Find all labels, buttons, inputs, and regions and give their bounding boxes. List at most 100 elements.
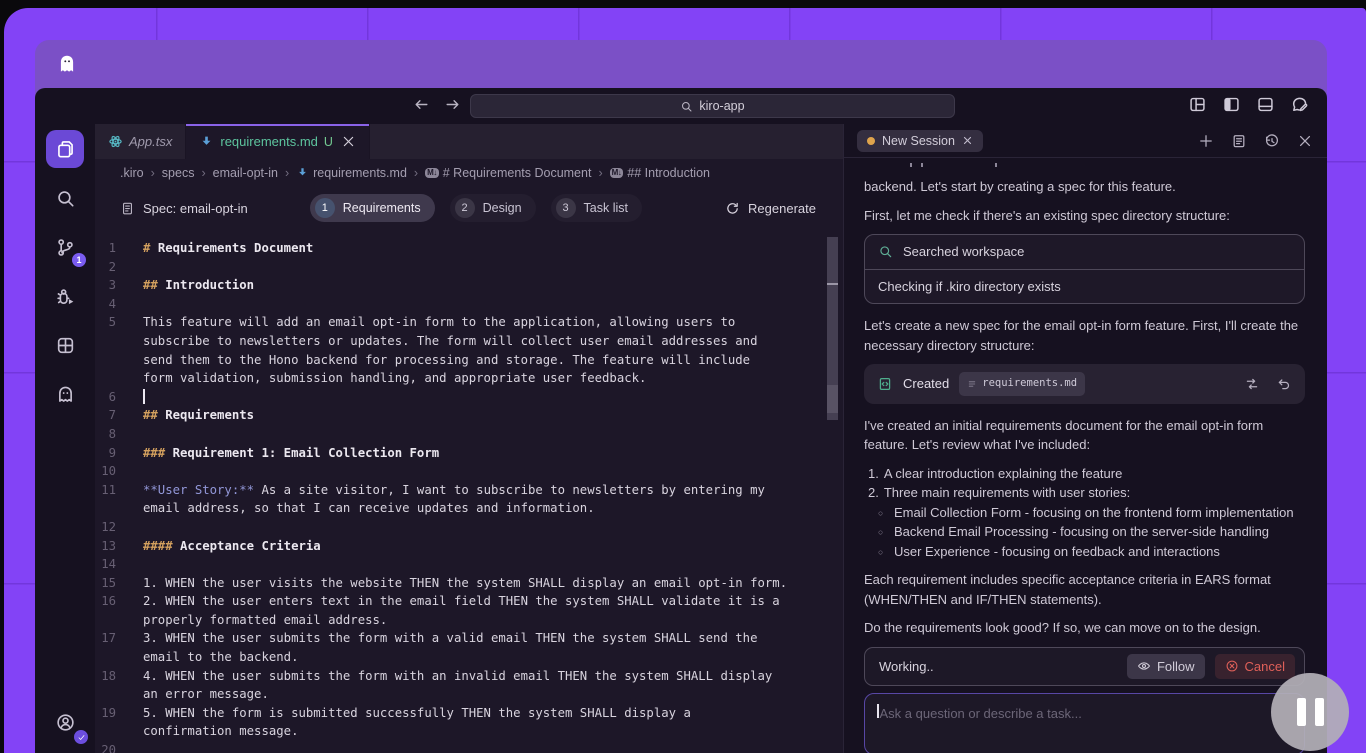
layout-grid-icon[interactable] — [1188, 95, 1207, 114]
breadcrumb-item[interactable]: .kiro — [120, 166, 144, 180]
code-line[interactable]: 8 — [95, 425, 843, 444]
panel-left-icon[interactable] — [1222, 95, 1241, 114]
git-icon — [55, 237, 76, 258]
editor-scrollbar[interactable] — [827, 237, 838, 753]
spec-step-task-list[interactable]: 3 Task list — [550, 194, 642, 222]
line-number: 5 — [108, 315, 116, 330]
tool-call-row: Searched workspace — [865, 235, 1304, 269]
code-line[interactable]: send them to the Hono backend for proces… — [95, 351, 843, 370]
cancel-button[interactable]: Cancel — [1214, 653, 1295, 679]
regenerate-button[interactable]: Regenerate — [725, 201, 816, 216]
spec-step-requirements[interactable]: 1 Requirements — [309, 194, 435, 222]
line-number: 8 — [108, 426, 116, 441]
code-line[interactable]: 13 #### Acceptance Criteria — [95, 537, 843, 556]
account-button[interactable] — [46, 703, 88, 744]
session-tab[interactable]: New Session — [857, 129, 983, 152]
code-line[interactable]: 15 1. WHEN the user visits the website TH… — [95, 574, 843, 593]
code-line[interactable]: confirmation message. — [95, 722, 843, 741]
line-content: an error message. — [143, 687, 269, 702]
code-line[interactable]: 6 — [95, 388, 843, 407]
tab-close-icon[interactable] — [341, 134, 356, 149]
line-number — [95, 648, 143, 667]
editor-tab-app-tsx[interactable]: App.tsx — [95, 124, 187, 159]
nav-forward-icon[interactable] — [444, 96, 461, 113]
agent-status-bar: Working.. Follow Cancel — [864, 646, 1305, 686]
line-content: **User Story:** As a site visitor, I wan… — [143, 482, 765, 497]
workspace-search-value: kiro-app — [699, 99, 745, 113]
code-line[interactable]: 19 5. WHEN the form is submitted successf… — [95, 704, 843, 723]
code-line[interactable]: 12 — [95, 518, 843, 537]
line-number: 4 — [108, 296, 116, 311]
code-line[interactable]: 4 — [95, 295, 843, 314]
code-line[interactable]: 14 — [95, 555, 843, 574]
follow-button[interactable]: Follow — [1126, 653, 1205, 679]
sidebar-item-extensions[interactable] — [46, 326, 84, 364]
chat-history-icon[interactable] — [1264, 133, 1280, 149]
breadcrumb-item[interactable]: M↓ # Requirements Document — [425, 166, 591, 180]
editor-tab-requirements-md[interactable]: requirements.md U — [186, 124, 370, 159]
spec-label: Spec: email-opt-in — [120, 201, 248, 216]
undo-icon[interactable] — [1276, 376, 1292, 392]
file-chip[interactable]: requirements.md — [959, 372, 1086, 396]
pause-icon — [1296, 698, 1306, 726]
code-line[interactable]: 10 — [95, 462, 843, 481]
breadcrumb-separator: › — [284, 165, 290, 180]
line-number — [95, 685, 143, 704]
chat-plus-icon[interactable] — [1198, 133, 1214, 149]
list-item: Backend Email Processing - focusing on t… — [878, 522, 1305, 542]
session-close-icon[interactable] — [962, 135, 973, 146]
code-line[interactable]: 16 2. WHEN the user enters text in the em… — [95, 592, 843, 611]
spec-step-design[interactable]: 2 Design — [449, 194, 536, 222]
sidebar-item-kiro-assistant[interactable] — [46, 375, 84, 413]
code-line[interactable]: 1 # Requirements Document — [95, 239, 843, 258]
breadcrumb-item[interactable]: specs — [162, 166, 195, 180]
chat-tasks-icon[interactable] — [1231, 133, 1247, 149]
editor-column: App.tsx requirements.md U .kiro › specs › emai… — [95, 124, 843, 753]
tool-call-card[interactable]: Searched workspace Checking if .kiro dire… — [864, 234, 1305, 304]
code-line[interactable]: properly formatted email address. — [95, 611, 843, 630]
line-content: email address, so that I can receive upd… — [143, 501, 595, 516]
file-lines-icon — [967, 379, 977, 389]
sidebar-item-explorer[interactable] — [46, 130, 84, 168]
code-line[interactable]: subscribe to newsletters or updates. The… — [95, 332, 843, 351]
files-icon — [55, 139, 76, 160]
code-line[interactable]: 18 4. WHEN the user submits the form with… — [95, 667, 843, 686]
code-line[interactable]: 11 **User Story:** As a site visitor, I w… — [95, 481, 843, 500]
view-diff-icon[interactable] — [1244, 376, 1260, 392]
sidebar-item-search[interactable] — [46, 179, 84, 217]
step-label: Task list — [583, 201, 628, 215]
feedback-icon[interactable] — [1290, 95, 1309, 114]
code-line[interactable]: an error message. — [95, 685, 843, 704]
breadcrumb-item[interactable]: email-opt-in — [213, 166, 278, 180]
code-line[interactable]: 5 This feature will add an email opt-in f… — [95, 313, 843, 332]
account-verified-badge — [74, 730, 88, 744]
breadcrumb-item[interactable]: requirements.md — [296, 166, 407, 180]
panel-bottom-icon[interactable] — [1256, 95, 1275, 114]
file-action-card[interactable]: Created requirements.md — [864, 364, 1305, 404]
code-editor[interactable]: 1 # Requirements Document 2 3 ## Introducti… — [95, 230, 843, 753]
chat-input[interactable]: Ask a question or describe a task... — [864, 693, 1305, 753]
code-line[interactable]: 2 — [95, 258, 843, 277]
sidebar-item-source-control[interactable]: 1 — [46, 228, 86, 267]
code-line[interactable]: form validation, submission handling, an… — [95, 369, 843, 388]
workspace-search-bar[interactable]: kiro-app — [470, 94, 955, 118]
chat-close-icon[interactable] — [1297, 133, 1313, 149]
line-number: 7 — [108, 408, 116, 423]
line-content — [143, 388, 145, 407]
nav-back-icon[interactable] — [413, 96, 430, 113]
code-line[interactable]: 17 3. WHEN the user submits the form with… — [95, 629, 843, 648]
code-line[interactable]: 9 ### Requirement 1: Email Collection For… — [95, 444, 843, 463]
code-line[interactable]: 7 ## Requirements — [95, 406, 843, 425]
md-arrow-file-icon — [199, 134, 214, 149]
code-line[interactable]: email address, so that I can receive upd… — [95, 499, 843, 518]
sidebar-item-run-debug[interactable] — [46, 277, 84, 315]
code-line[interactable]: email to the backend. — [95, 648, 843, 667]
window-titlebar[interactable] — [35, 40, 1327, 88]
line-number: 11 — [101, 482, 116, 497]
recording-pause-button[interactable] — [1271, 673, 1349, 751]
code-line[interactable]: 20 — [95, 741, 843, 753]
step-label: Requirements — [342, 201, 421, 215]
workspace-search-icon — [878, 244, 893, 259]
code-line[interactable]: 3 ## Introduction — [95, 276, 843, 295]
breadcrumb-item[interactable]: M↓ ## Introduction — [609, 166, 710, 180]
